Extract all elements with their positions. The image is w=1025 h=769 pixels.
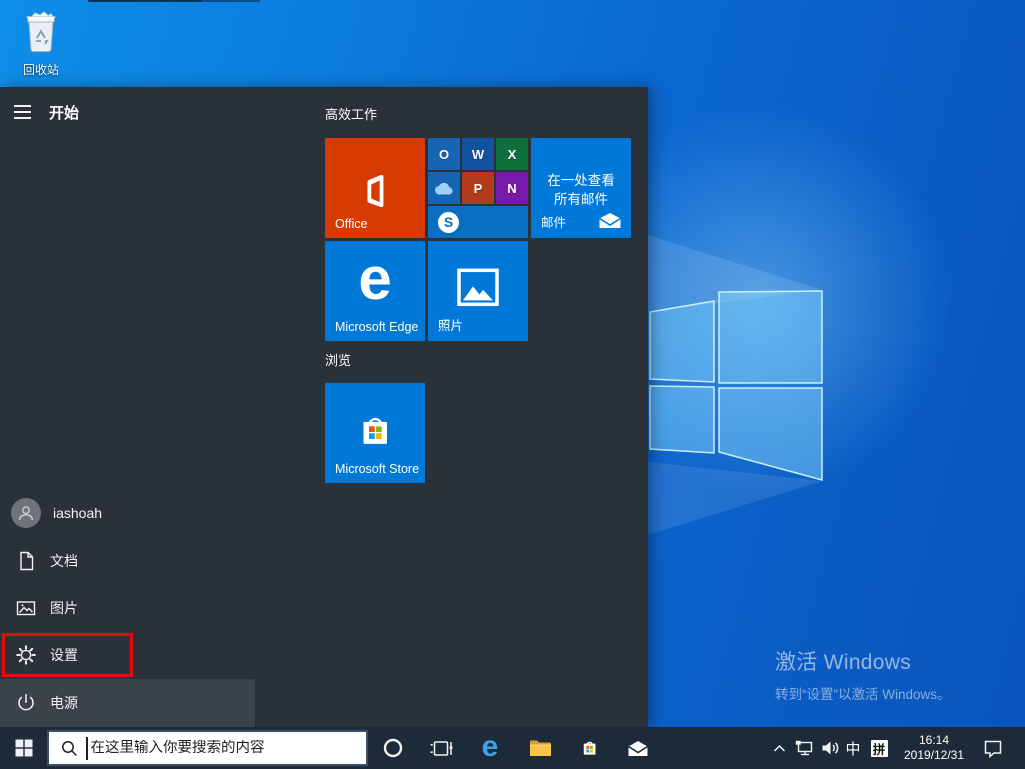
- action-center-icon: [984, 740, 1002, 758]
- hamburger-line: [14, 105, 31, 107]
- pictures-icon: [16, 601, 36, 616]
- edge-icon: e: [481, 729, 499, 763]
- taskbar-clock[interactable]: 16:14 2019/12/31: [896, 727, 972, 769]
- office-logo-icon: [367, 174, 384, 208]
- hamburger-menu-button[interactable]: [12, 99, 40, 125]
- mail-icon: [628, 740, 648, 756]
- mail-envelope-icon: [599, 213, 621, 228]
- start-nav-settings[interactable]: 设置: [0, 631, 255, 679]
- taskbar: e: [0, 727, 1025, 769]
- user-avatar-icon: [11, 498, 41, 528]
- clock-time: 16:14: [918, 733, 950, 747]
- mail-taskbar-button[interactable]: [620, 727, 656, 769]
- start-nav-documents[interactable]: 文档: [0, 537, 255, 585]
- pictures-label: 图片: [50, 600, 78, 616]
- ime-mode-label: 拼: [870, 739, 888, 757]
- onenote-icon: N: [507, 180, 517, 196]
- tile-mail[interactable]: 在一处查看所有邮件 邮件: [531, 138, 631, 238]
- tile-microsoft-store[interactable]: Microsoft Store: [325, 383, 425, 483]
- store-icon: [583, 741, 595, 755]
- tile-outlook[interactable]: O: [428, 138, 460, 170]
- store-tile-label: Microsoft Store: [335, 462, 420, 476]
- start-nav-user[interactable]: iashoah: [0, 489, 255, 537]
- tray-expand-button[interactable]: [768, 727, 790, 769]
- ime-language-button[interactable]: 中: [842, 727, 864, 769]
- user-name-label: iashoah: [53, 505, 103, 521]
- watermark-title: 激活 Windows: [775, 651, 912, 674]
- edge-logo-icon: e: [358, 245, 392, 312]
- hamburger-line: [14, 111, 31, 113]
- start-menu-header: 开始: [0, 87, 255, 135]
- recycle-bin-shortcut[interactable]: 回收站: [10, 8, 72, 78]
- search-icon: [62, 740, 78, 756]
- tile-office[interactable]: Office: [325, 138, 425, 238]
- photos-icon: [457, 268, 499, 307]
- tile-excel[interactable]: X: [496, 138, 528, 170]
- photos-tile-label: 照片: [438, 319, 464, 333]
- excel-icon: X: [507, 146, 517, 162]
- ime-mode-button[interactable]: 拼: [866, 727, 892, 769]
- start-nav-pictures[interactable]: 图片: [0, 584, 255, 632]
- task-view-icon: [430, 740, 452, 756]
- clock-date: 2019/12/31: [903, 748, 965, 762]
- recycle-bin-icon: [26, 11, 56, 52]
- tile-powerpoint[interactable]: P: [462, 172, 494, 204]
- edge-taskbar-button[interactable]: e: [473, 727, 507, 769]
- ime-language-label: 中: [845, 740, 861, 758]
- power-icon: [18, 694, 34, 711]
- powerpoint-icon: P: [473, 180, 483, 196]
- speaker-volume-icon: [822, 741, 838, 755]
- tile-word[interactable]: W: [462, 138, 494, 170]
- windows-start-icon: [15, 739, 33, 757]
- start-menu-title: 开始: [49, 105, 80, 122]
- top-edge-artifact: [88, 0, 202, 2]
- activate-windows-watermark: 激活 Windows 转到“设置”以激活 Windows。: [775, 646, 951, 703]
- windows-desktop: 回收站 激活 Windows 转到“设置”以激活 Windows。 开始 ias…: [0, 0, 1025, 769]
- start-menu-panel: 开始 iashoah 文档 图片 设置 电源 高效工作 Office O W X…: [0, 87, 648, 727]
- skype-icon: S: [438, 211, 459, 233]
- documents-label: 文档: [50, 553, 78, 569]
- outlook-icon: O: [438, 146, 450, 162]
- group-title-explore: 浏览: [325, 353, 352, 368]
- chevron-up-icon: [773, 744, 785, 752]
- volume-button[interactable]: [817, 727, 843, 769]
- network-status-button[interactable]: [792, 727, 818, 769]
- action-center-button[interactable]: [976, 727, 1010, 769]
- task-view-button[interactable]: [424, 727, 458, 769]
- group-title-productivity: 高效工作: [325, 107, 378, 122]
- office-tile-label: Office: [335, 217, 368, 231]
- start-button[interactable]: [0, 727, 48, 769]
- store-bag-icon: [363, 417, 387, 444]
- onedrive-cloud-icon: [434, 182, 453, 195]
- store-taskbar-button[interactable]: [572, 727, 606, 769]
- mail-tile-label: 邮件: [541, 216, 567, 230]
- settings-label: 设置: [50, 647, 78, 663]
- tile-onenote[interactable]: N: [496, 172, 528, 204]
- settings-gear-icon: [16, 645, 36, 665]
- mail-tile-body: 在一处查看所有邮件: [547, 173, 615, 207]
- taskbar-search-box[interactable]: [47, 730, 368, 766]
- ethernet-network-icon: [795, 740, 813, 756]
- document-icon: [20, 551, 34, 571]
- tile-onedrive[interactable]: [428, 172, 460, 204]
- search-input[interactable]: [87, 740, 366, 756]
- recycle-bin-label: 回收站: [22, 63, 59, 77]
- cortana-icon: [383, 738, 403, 758]
- file-explorer-icon: [529, 740, 551, 756]
- tile-photos[interactable]: 照片: [428, 241, 528, 341]
- tile-microsoft-edge[interactable]: e Microsoft Edge: [325, 241, 425, 341]
- cortana-button[interactable]: [376, 727, 410, 769]
- watermark-subtitle: 转到“设置”以激活 Windows。: [775, 687, 951, 702]
- top-edge-artifact: [202, 0, 260, 2]
- word-icon: W: [471, 146, 485, 162]
- hamburger-line: [14, 117, 31, 119]
- skype-glyph: S: [443, 214, 454, 230]
- power-label: 电源: [50, 695, 78, 711]
- tile-skype[interactable]: S: [428, 206, 528, 238]
- file-explorer-button[interactable]: [522, 727, 558, 769]
- edge-tile-label: Microsoft Edge: [335, 320, 419, 334]
- start-nav-power[interactable]: 电源: [0, 679, 255, 727]
